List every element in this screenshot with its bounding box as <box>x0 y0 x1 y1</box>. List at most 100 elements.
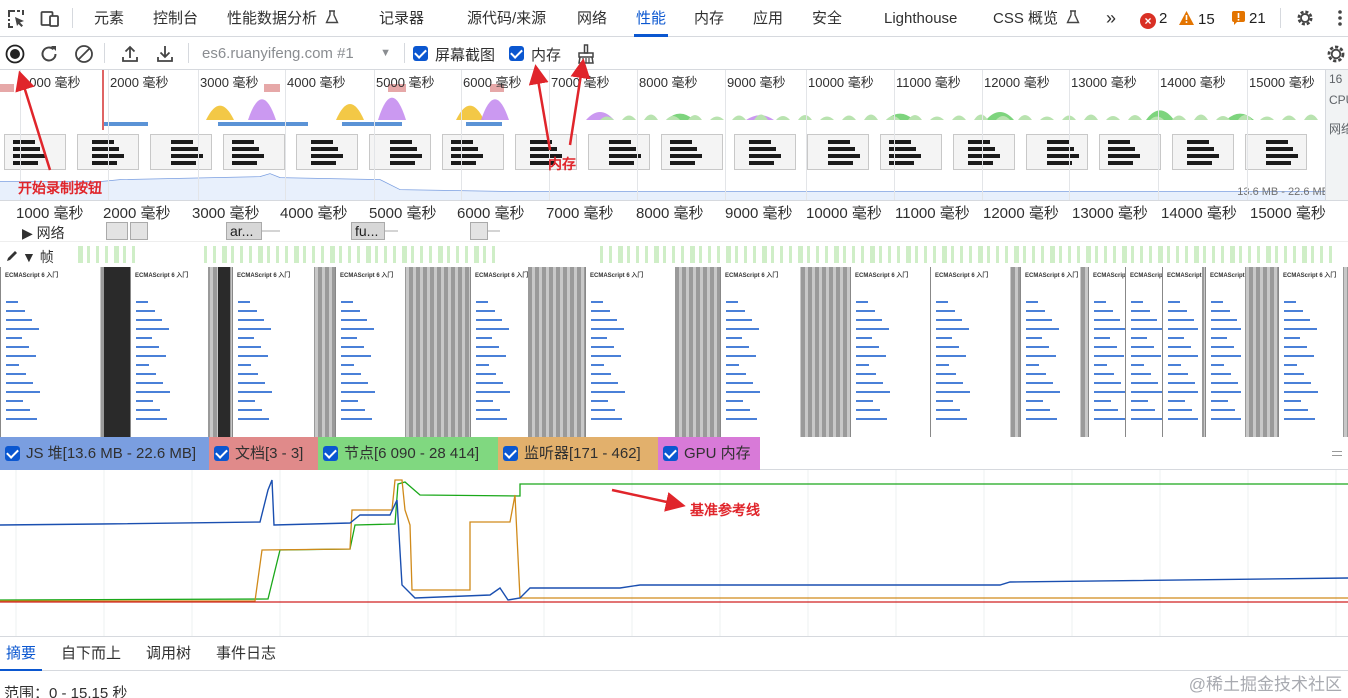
tab-bottom-up[interactable]: 自下而上 <box>61 637 121 671</box>
frame-tick[interactable] <box>771 246 774 263</box>
tab-console[interactable]: 控制台 <box>153 0 198 37</box>
frame-tick[interactable] <box>735 246 738 263</box>
screenshots-checkbox[interactable] <box>413 46 428 61</box>
frame-tick[interactable] <box>1077 246 1080 263</box>
frame-tick[interactable] <box>1005 246 1008 263</box>
frame-tick[interactable] <box>1095 246 1098 263</box>
frame-tick[interactable] <box>1032 246 1035 263</box>
tab-elements[interactable]: 元素 <box>94 0 124 37</box>
frame-tick[interactable] <box>492 246 495 263</box>
frame-tick[interactable] <box>465 246 468 263</box>
frame-tick[interactable] <box>204 246 207 263</box>
frame-tick[interactable] <box>114 246 119 263</box>
network-track[interactable]: ▶ 网络 ar... fu... <box>0 220 1348 242</box>
counter-documents[interactable]: 文档[3 - 3] <box>209 437 318 470</box>
frame-tick[interactable] <box>807 246 810 263</box>
load-profile-icon[interactable] <box>119 43 141 65</box>
tab-css-overview[interactable]: CSS 概览 <box>993 0 1080 37</box>
issues-count[interactable]: 21 <box>1231 10 1266 28</box>
frame-tick[interactable] <box>888 246 891 263</box>
page-screenshot-frame[interactable]: ECMAScript 6 入门 <box>0 267 100 437</box>
screenshot-thumbnail[interactable] <box>734 134 796 170</box>
frame-tick[interactable] <box>798 246 803 263</box>
frame-tick[interactable] <box>636 246 639 263</box>
frame-tick[interactable] <box>1140 246 1143 263</box>
frame-tick[interactable] <box>915 246 918 263</box>
frame-tick[interactable] <box>663 246 666 263</box>
resize-handle-icon[interactable] <box>1332 451 1342 456</box>
gpu-memory-checkbox[interactable] <box>663 446 678 461</box>
frame-tick[interactable] <box>987 246 990 263</box>
counter-js-heap[interactable]: JS 堆[13.6 MB - 22.6 MB] <box>0 437 209 470</box>
screenshot-thumbnail[interactable] <box>1172 134 1234 170</box>
frame-tick[interactable] <box>231 246 234 263</box>
frame-tick[interactable] <box>1329 246 1332 263</box>
frame-tick[interactable] <box>366 246 371 263</box>
frame-tick[interactable] <box>1194 246 1199 263</box>
tab-security[interactable]: 安全 <box>812 0 842 37</box>
frame-tick[interactable] <box>708 246 711 263</box>
frame-tick[interactable] <box>1284 246 1287 263</box>
frame-tick[interactable] <box>870 246 875 263</box>
frame-tick[interactable] <box>1203 246 1206 263</box>
screenshot-thumbnail[interactable] <box>369 134 431 170</box>
tab-network[interactable]: 网络 <box>577 0 607 37</box>
page-screenshot-frame[interactable]: ECMAScript 6 入门 <box>1278 267 1343 437</box>
tab-performance-insights[interactable]: 性能数据分析 <box>227 0 339 37</box>
tab-sources[interactable]: 源代码/来源 <box>467 0 546 37</box>
frame-tick[interactable] <box>600 246 603 263</box>
frame-tick[interactable] <box>1266 246 1271 263</box>
frame-tick[interactable] <box>1302 246 1307 263</box>
frame-tick[interactable] <box>1257 246 1260 263</box>
tab-summary[interactable]: 摘要 <box>0 637 43 671</box>
frame-tick[interactable] <box>618 246 623 263</box>
frame-tick[interactable] <box>951 246 954 263</box>
recording-select[interactable]: es6.ruanyifeng.com #1 ▼ <box>194 40 399 67</box>
frame-tick[interactable] <box>321 246 324 263</box>
frame-tick[interactable] <box>780 246 783 263</box>
frame-tick[interactable] <box>1014 246 1019 263</box>
more-options-icon[interactable] <box>1330 8 1348 28</box>
frame-tick[interactable] <box>420 246 423 263</box>
tab-memory[interactable]: 内存 <box>694 0 724 37</box>
frame-tick[interactable] <box>1230 246 1235 263</box>
frame-tick[interactable] <box>789 246 792 263</box>
tab-recorder[interactable]: 记录器 <box>379 0 424 37</box>
frame-tick[interactable] <box>744 246 747 263</box>
tab-performance[interactable]: 性能 <box>633 0 669 37</box>
memory-checkbox[interactable] <box>509 46 524 61</box>
frame-tick[interactable] <box>690 246 695 263</box>
page-screenshot-frame[interactable]: ECMAScript 6 入门 <box>470 267 528 437</box>
frame-tick[interactable] <box>834 246 839 263</box>
frame-tick[interactable] <box>267 246 270 263</box>
record-button-icon[interactable] <box>4 43 26 65</box>
screenshot-thumbnail[interactable] <box>442 134 504 170</box>
tab-event-log[interactable]: 事件日志 <box>216 637 276 671</box>
frame-tick[interactable] <box>429 246 432 263</box>
frame-tick[interactable] <box>726 246 731 263</box>
frame-tick[interactable] <box>1086 246 1091 263</box>
settings-gear-icon[interactable] <box>1295 8 1315 28</box>
screenshot-thumbnail[interactable] <box>953 134 1015 170</box>
frame-tick[interactable] <box>1176 246 1179 263</box>
frame-tick[interactable] <box>123 246 126 263</box>
capture-settings-gear-icon[interactable] <box>1325 43 1347 65</box>
frame-tick[interactable] <box>384 246 387 263</box>
frame-tick[interactable] <box>609 246 612 263</box>
frame-tick[interactable] <box>222 246 227 263</box>
frames-track[interactable]: ▼ 帧 <box>0 243 1348 267</box>
page-screenshot-frame[interactable]: ECMAScript 6 入门 <box>1162 267 1202 437</box>
frame-tick[interactable] <box>96 246 99 263</box>
tab-call-tree[interactable]: 调用树 <box>146 637 191 671</box>
frame-tick[interactable] <box>924 246 927 263</box>
page-screenshot-frame[interactable]: ECMAScript 6 入门 <box>1205 267 1245 437</box>
frame-tick[interactable] <box>348 246 351 263</box>
frame-tick[interactable] <box>330 246 335 263</box>
frame-tick[interactable] <box>456 246 459 263</box>
frame-tick[interactable] <box>1149 246 1152 263</box>
frame-tick[interactable] <box>933 246 936 263</box>
page-screenshot-frame[interactable]: ECMAScript 6 入门 <box>930 267 1010 437</box>
frame-tick[interactable] <box>285 246 288 263</box>
frame-tick[interactable] <box>411 246 414 263</box>
frame-tick[interactable] <box>1113 246 1116 263</box>
